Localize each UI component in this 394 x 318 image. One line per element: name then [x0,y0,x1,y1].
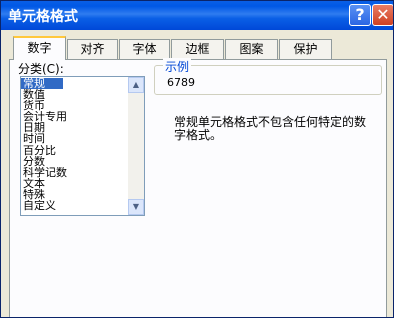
category-item-percentage[interactable]: 百分比 [21,145,127,156]
tab-number[interactable]: 数字 [13,36,66,60]
scroll-up-button[interactable]: ▲ [128,77,144,93]
category-item-text[interactable]: 文本 [21,178,127,189]
close-button[interactable]: ✕ [372,4,393,26]
title-bar: 单元格格式 ? ✕ [1,1,393,30]
number-tab-panel: 分类(C): 常规 数值 货币 会计专用 日期 时间 百分比 分数 科学记数 文… [9,58,387,317]
category-item-custom[interactable]: 自定义 [21,200,127,211]
category-list: 常规 数值 货币 会计专用 日期 时间 百分比 分数 科学记数 文本 特殊 自定… [21,78,127,211]
format-description: 常规单元格格式不包含任何特定的数字格式。 [174,115,367,142]
tab-patterns[interactable]: 图案 [225,39,278,59]
help-button[interactable]: ? [349,4,371,26]
category-item-general[interactable]: 常规 [21,78,63,90]
chevron-down-icon: ▼ [132,202,140,211]
dialog-title: 单元格格式 [8,9,78,25]
chevron-up-icon: ▲ [132,80,140,89]
question-mark-icon: ? [355,5,365,24]
sample-group: 示例 6789 [154,58,382,95]
category-item-time[interactable]: 时间 [21,133,127,144]
close-icon: ✕ [376,5,390,24]
sample-value: 6789 [167,76,195,89]
category-listbox[interactable]: 常规 数值 货币 会计专用 日期 时间 百分比 分数 科学记数 文本 特殊 自定… [20,76,145,216]
category-item-currency[interactable]: 货币 [21,100,127,111]
tab-font[interactable]: 字体 [119,39,170,59]
category-item-accounting[interactable]: 会计专用 [21,111,127,122]
category-item-fraction[interactable]: 分数 [21,156,127,167]
tab-protection[interactable]: 保护 [279,39,332,59]
category-scrollbar[interactable]: ▲ ▼ [128,77,144,215]
format-cells-dialog: 单元格格式 ? ✕ 数字 对齐 字体 边框 图案 保护 分类(C): 常规 数值… [0,0,394,318]
scroll-down-button[interactable]: ▼ [128,199,144,215]
category-item-number[interactable]: 数值 [21,89,127,100]
category-item-date[interactable]: 日期 [21,122,127,133]
category-item-special[interactable]: 特殊 [21,189,127,200]
sample-label: 示例 [163,58,192,75]
tab-border[interactable]: 边框 [171,39,224,59]
category-item-scientific[interactable]: 科学记数 [21,167,127,178]
tab-alignment[interactable]: 对齐 [67,39,118,59]
category-label: 分类(C): [18,62,64,76]
